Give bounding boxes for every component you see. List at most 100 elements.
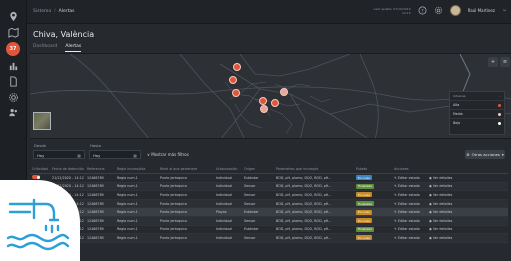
view-details-link[interactable]: ◉ Ver detalles bbox=[427, 176, 467, 180]
reference: 12468789 bbox=[87, 175, 104, 180]
legend-label: Alta bbox=[453, 103, 460, 107]
column-header[interactable]: Estado bbox=[354, 167, 392, 171]
location-icon[interactable] bbox=[6, 10, 20, 22]
users-icon[interactable] bbox=[6, 106, 20, 118]
map-alert-marker[interactable] bbox=[232, 89, 240, 97]
edit-status-link[interactable]: ✎ Editar estado bbox=[392, 176, 427, 180]
organization: Individual bbox=[216, 235, 233, 240]
view-details-link[interactable]: ◉ Ver detalles bbox=[427, 236, 467, 240]
origin: Sensor bbox=[244, 218, 256, 223]
edit-status-link[interactable]: ✎ Editar estado bbox=[392, 184, 427, 188]
bar-chart-icon[interactable] bbox=[6, 60, 20, 72]
calendar-icon[interactable]: ▦ bbox=[133, 153, 137, 158]
breadcrumb-root[interactable]: Sistema bbox=[33, 9, 51, 14]
map-alert-marker[interactable] bbox=[260, 105, 268, 113]
view-details-label: Ver detalles bbox=[432, 218, 453, 223]
alerts-map[interactable]: + ≡ bbox=[30, 53, 511, 139]
edit-status-link[interactable]: ✎ Editar estado bbox=[392, 227, 427, 231]
origin: Sensor bbox=[244, 192, 256, 197]
last-update-text: Last update: 07/10/2019 12:15 bbox=[373, 6, 411, 15]
other-actions-button[interactable]: ⚙ Otras acciones ▾ bbox=[465, 150, 505, 159]
map-legend: Urbanas – Alta Media Baja bbox=[449, 91, 505, 135]
status-cell: En curso bbox=[354, 209, 392, 215]
table-row[interactable]: 21/12/2020 - 14:12 h12468789Regla num.1P… bbox=[30, 208, 508, 217]
rule: Regla num.1 bbox=[117, 218, 138, 223]
view-details-link[interactable]: ◉ Ver detalles bbox=[427, 210, 467, 214]
parameters: BOD, pH, plomo, DQO, BOD, pH... bbox=[276, 175, 332, 180]
column-header[interactable]: Criticidad bbox=[30, 167, 50, 171]
view-details-link[interactable]: ◉ Ver detalles bbox=[427, 227, 467, 231]
edit-status-link[interactable]: ✎ Editar estado bbox=[392, 210, 427, 214]
map-alert-marker[interactable] bbox=[233, 63, 241, 71]
view-details-link[interactable]: ◉ Ver detalles bbox=[427, 202, 467, 206]
table-row[interactable]: 21/12/2020 - 14:12 h12468789Regla num.1P… bbox=[30, 174, 508, 183]
view-details-label: Ver detalles bbox=[432, 210, 453, 215]
edit-status-label: Editar estado bbox=[397, 227, 420, 232]
map-zoom-icon[interactable]: + bbox=[488, 57, 498, 67]
edit-status-link[interactable]: ✎ Editar estado bbox=[392, 236, 427, 240]
column-header[interactable]: Urbanización bbox=[214, 167, 242, 171]
help-icon[interactable]: ? bbox=[418, 6, 427, 15]
document-icon[interactable] bbox=[6, 75, 20, 87]
legend-row: Alta bbox=[450, 100, 504, 109]
status-badge: En curso bbox=[356, 175, 373, 181]
parameters: BOD, pH, plomo, DQO, BOD, pH... bbox=[276, 201, 332, 206]
view-details-link[interactable]: ◉ Ver detalles bbox=[427, 219, 467, 223]
chevron-down-icon: ∨ bbox=[147, 152, 150, 157]
view-details-label: Ver detalles bbox=[432, 201, 453, 206]
avatar[interactable] bbox=[449, 5, 461, 16]
chevron-down-icon[interactable] bbox=[502, 8, 507, 13]
table-body: 21/12/2020 - 14:12 h 12468789 Regla num.1 P… bbox=[30, 174, 508, 243]
user-name[interactable]: Raúl Martínez bbox=[468, 8, 495, 13]
status-badge: Finalizada bbox=[356, 183, 374, 189]
from-date-input[interactable]: Hoy ▦ bbox=[33, 150, 85, 159]
status-badge: En curso bbox=[356, 235, 373, 241]
column-header[interactable]: Fecha de detección bbox=[50, 167, 85, 171]
organization: Playas bbox=[216, 210, 227, 215]
legend-collapse-icon[interactable]: – bbox=[500, 94, 502, 98]
table-row[interactable]: 21/12/2020 - 14:12 h12468789Regla num.1P… bbox=[30, 182, 508, 192]
edit-status-link[interactable]: ✎ Editar estado bbox=[392, 219, 427, 223]
brand-logo bbox=[0, 180, 80, 261]
to-label: Hasta bbox=[90, 143, 101, 148]
map-layers-icon[interactable]: ≡ bbox=[500, 57, 510, 67]
table-row[interactable]: 21/12/2020 - 14:12 h12468789Regla num.1P… bbox=[30, 226, 508, 235]
settings-icon[interactable] bbox=[6, 91, 20, 103]
map-icon[interactable] bbox=[6, 26, 20, 38]
table-row[interactable]: 21/12/2020 - 14:12 h12468789Regla num.1P… bbox=[30, 216, 508, 226]
edit-status-link[interactable]: ✎ Editar estado bbox=[392, 202, 427, 206]
map-alert-marker[interactable] bbox=[271, 99, 279, 107]
view-details-link[interactable]: ◉ Ver detalles bbox=[427, 193, 467, 197]
view-details-link[interactable]: ◉ Ver detalles bbox=[427, 184, 467, 188]
table-row[interactable]: 21/12/2020 - 14:12 h12468789Regla num.1P… bbox=[30, 199, 508, 209]
legend-label: Media bbox=[453, 112, 463, 116]
column-header[interactable]: Parámetros que incumple bbox=[274, 167, 354, 171]
view-details-label: Ver detalles bbox=[432, 227, 453, 232]
table-row[interactable]: 21/12/2020 - 14:12 h12468789Regla num.1P… bbox=[30, 191, 508, 200]
organization: Individual bbox=[216, 218, 233, 223]
map-alert-marker[interactable] bbox=[280, 88, 288, 96]
table-row[interactable]: 21/12/2020 - 14:12 h12468789Regla num.1P… bbox=[30, 234, 508, 243]
map-alert-marker[interactable] bbox=[259, 97, 267, 105]
column-header[interactable]: Referencia bbox=[85, 167, 115, 171]
to-date-value: Hoy bbox=[93, 153, 101, 158]
tab-alertas[interactable]: Alertas bbox=[65, 44, 82, 52]
column-header[interactable]: Origen bbox=[242, 167, 274, 171]
column-header[interactable]: Regla incumplida bbox=[115, 167, 158, 171]
more-filters-link[interactable]: ∨ Mostrar más filtros bbox=[147, 152, 189, 157]
column-header[interactable]: Acciones bbox=[392, 167, 427, 171]
calendar-icon[interactable]: ▦ bbox=[77, 153, 81, 158]
alerts-badge[interactable]: 37 bbox=[6, 42, 20, 56]
edit-status-label: Editar estado bbox=[397, 201, 420, 206]
tab-bar: Dashboard Alertas bbox=[33, 44, 82, 52]
edit-status-link[interactable]: ✎ Editar estado bbox=[392, 193, 427, 197]
rule: Regla num.1 bbox=[117, 210, 138, 215]
gear-icon[interactable] bbox=[434, 6, 443, 15]
to-date-input[interactable]: Hoy ▦ bbox=[89, 150, 141, 159]
column-header[interactable]: Nivel al que pertenece bbox=[158, 167, 214, 171]
tab-dashboard[interactable]: Dashboard bbox=[33, 44, 57, 52]
satellite-view-thumbnail[interactable] bbox=[33, 112, 51, 130]
reference: 12468789 bbox=[87, 235, 104, 240]
map-alert-marker[interactable] bbox=[229, 76, 237, 84]
status-badge: Finalizada bbox=[356, 226, 374, 232]
